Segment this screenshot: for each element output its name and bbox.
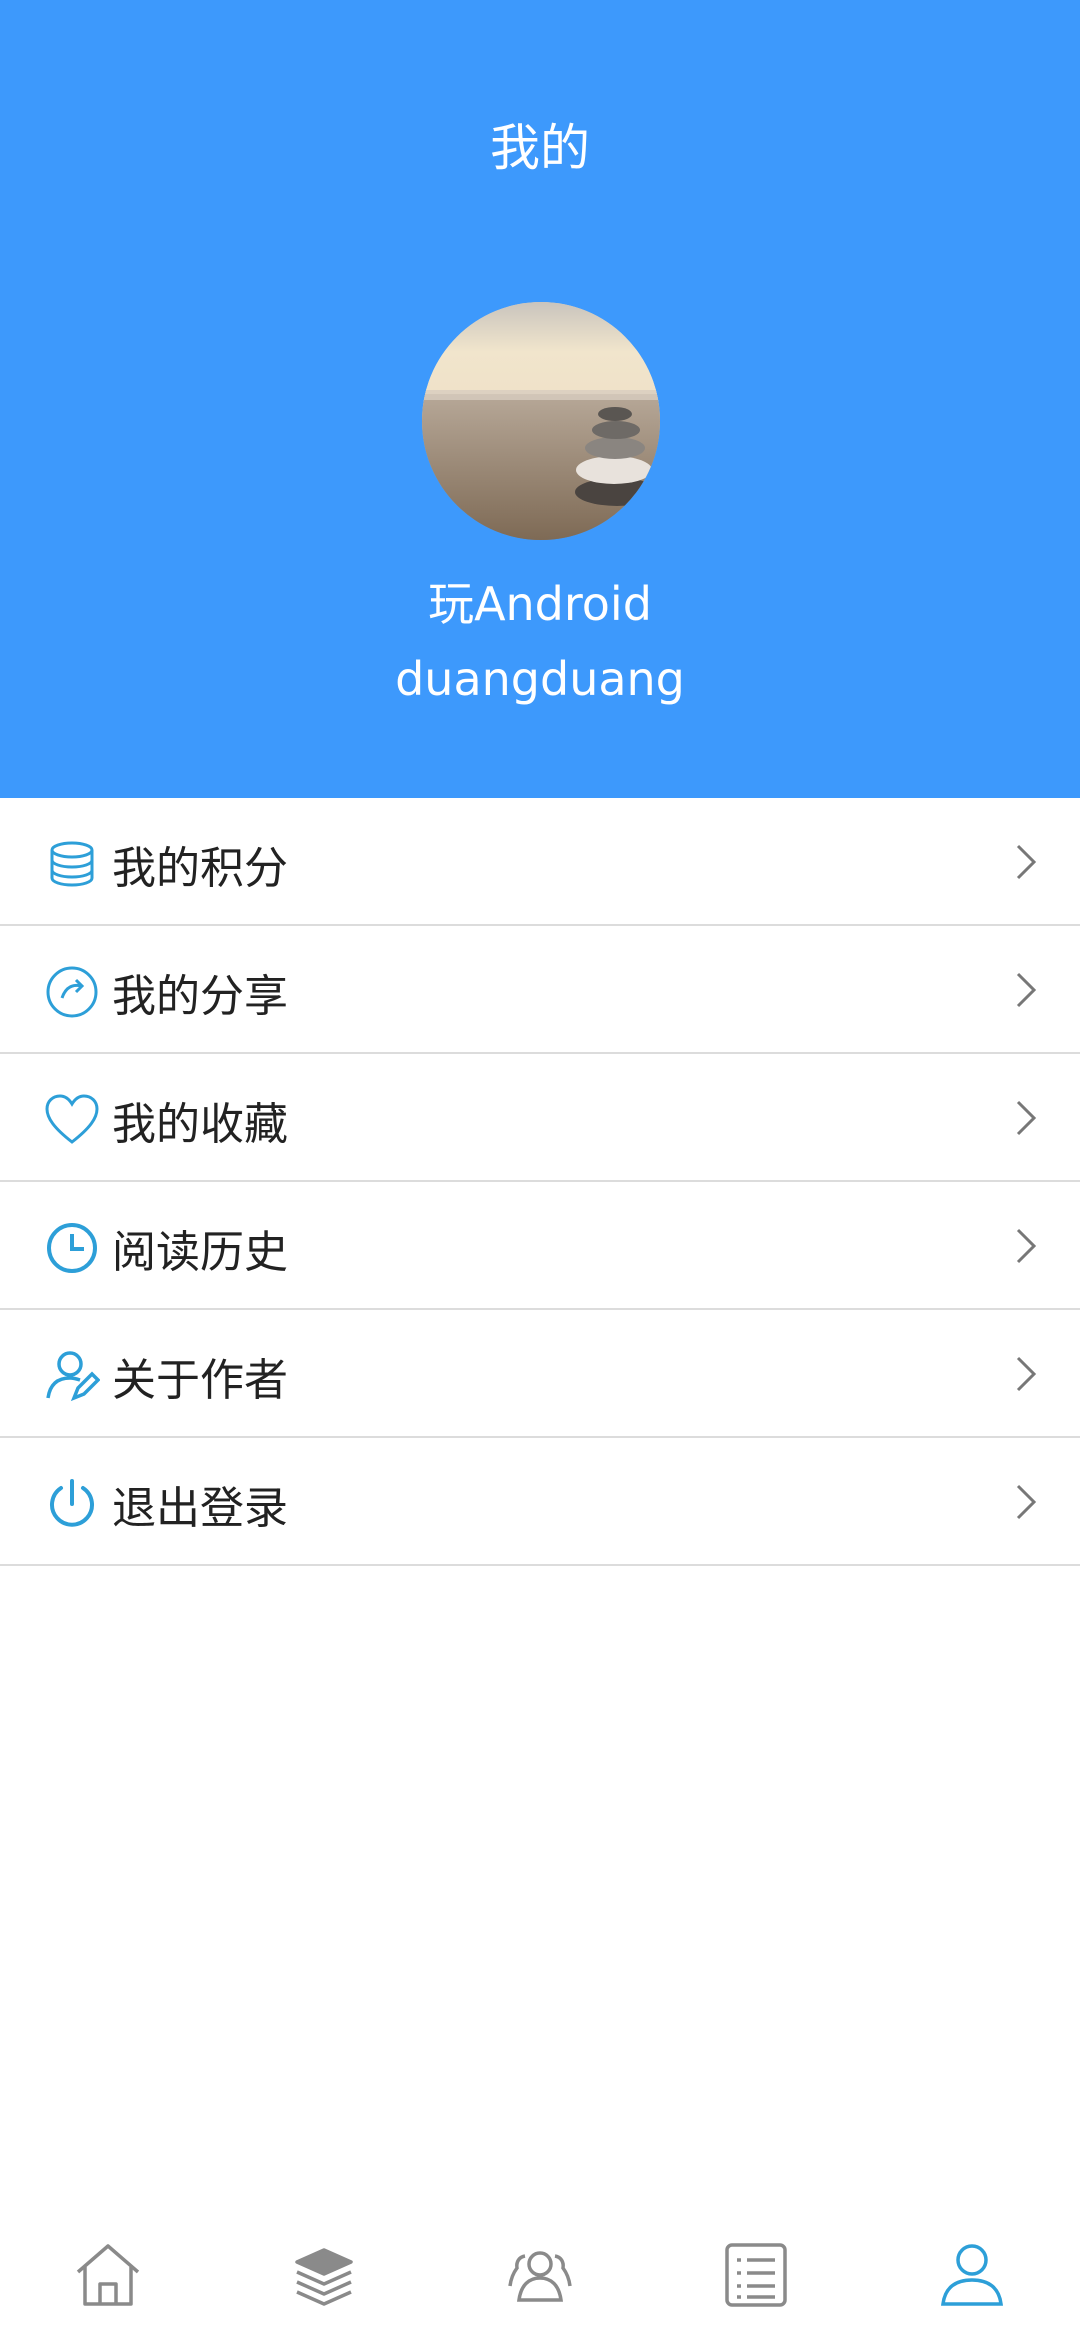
nav-project[interactable]	[711, 2230, 801, 2320]
menu-item-favorites[interactable]: 我的收藏	[0, 1054, 1080, 1182]
menu-item-logout[interactable]: 退出登录	[0, 1438, 1080, 1566]
user-edit-icon	[46, 1351, 100, 1402]
menu-item-share[interactable]: 我的分享	[0, 926, 1080, 1054]
chevron-right-icon	[1016, 972, 1037, 1008]
nav-public-account[interactable]	[495, 2230, 585, 2320]
menu-item-label: 我的分享	[112, 971, 288, 1022]
group-icon	[508, 2251, 572, 2302]
chevron-right-icon	[1016, 1356, 1037, 1392]
nav-system[interactable]	[279, 2230, 369, 2320]
menu-item-history[interactable]: 阅读历史	[0, 1182, 1080, 1310]
page-title: 我的	[490, 119, 590, 177]
list-icon	[725, 2243, 787, 2307]
clock-icon	[47, 1223, 97, 1273]
share-icon	[46, 966, 98, 1018]
profile-page: 我的 玩Android duangduang 我的积分 我的分享 我的收藏 阅读…	[0, 0, 1080, 2340]
chevron-right-icon	[1016, 1100, 1037, 1136]
profile-menu: 我的积分 我的分享 我的收藏 阅读历史 关于作者 退出登录	[0, 798, 1080, 1566]
chevron-right-icon	[1016, 1228, 1037, 1264]
menu-item-label: 我的收藏	[112, 1099, 288, 1150]
chevron-right-icon	[1016, 844, 1037, 880]
nav-home[interactable]	[63, 2230, 153, 2320]
power-icon	[50, 1479, 94, 1527]
chevron-right-icon	[1016, 1484, 1037, 1520]
nav-mine[interactable]	[927, 2230, 1017, 2320]
layers-icon	[295, 2248, 353, 2306]
bottom-navigation	[0, 2210, 1080, 2340]
avatar[interactable]	[422, 302, 660, 540]
menu-item-label: 我的积分	[112, 843, 288, 894]
menu-item-about-author[interactable]: 关于作者	[0, 1310, 1080, 1438]
username: duangduang	[395, 652, 685, 706]
coins-icon	[50, 841, 94, 887]
menu-item-label: 阅读历史	[112, 1227, 288, 1278]
heart-icon	[45, 1094, 99, 1144]
menu-item-label: 关于作者	[112, 1355, 288, 1406]
menu-item-label: 退出登录	[112, 1483, 288, 1534]
site-name: 玩Android	[428, 577, 652, 631]
home-icon	[76, 2244, 140, 2306]
profile-header: 我的 玩Android duangduang	[0, 0, 1080, 798]
menu-item-points[interactable]: 我的积分	[0, 798, 1080, 926]
person-icon	[941, 2244, 1003, 2306]
